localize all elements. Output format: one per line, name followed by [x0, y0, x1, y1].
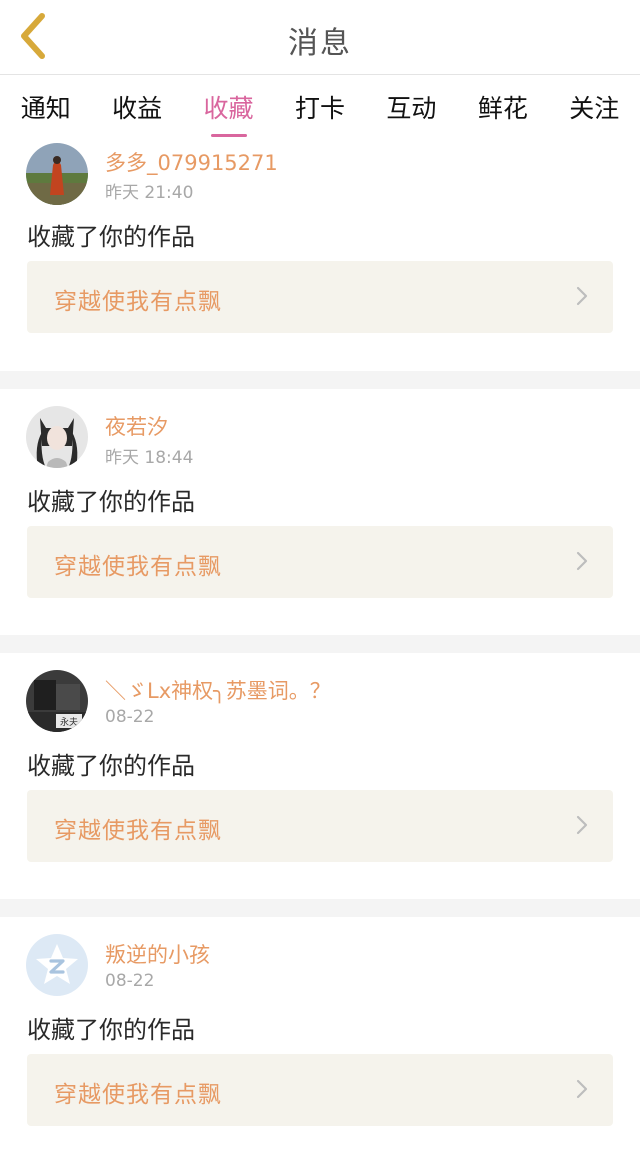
tab-bar: 通知 收益 收藏 打卡 互动 鲜花 关注 [0, 75, 640, 143]
avatar-caption: 永夫 [60, 716, 78, 728]
work-title: 穿越使我有点飘 [54, 554, 222, 580]
work-link[interactable]: 穿越使我有点飘 [27, 790, 613, 862]
user-photo-icon: 永夫 [26, 670, 88, 732]
chevron-right-icon [576, 815, 588, 835]
tab-earnings[interactable]: 收益 [91, 89, 182, 125]
divider [0, 899, 640, 917]
default-avatar-icon [26, 934, 88, 996]
avatar[interactable]: 永夫 [26, 670, 88, 732]
message-item: 多多_079915271 昨天 21:40 收藏了你的作品 穿越使我有点飘 [0, 143, 640, 371]
tab-flowers[interactable]: 鲜花 [457, 89, 548, 125]
message-list: 多多_079915271 昨天 21:40 收藏了你的作品 穿越使我有点飘 夜若… [0, 143, 640, 1160]
user-name[interactable]: 夜若汐 [105, 411, 168, 441]
work-title: 穿越使我有点飘 [54, 818, 222, 844]
tab-interactions[interactable]: 互动 [366, 89, 457, 125]
avatar[interactable] [26, 406, 88, 468]
work-link[interactable]: 穿越使我有点飘 [27, 261, 613, 333]
divider [0, 371, 640, 389]
work-link[interactable]: 穿越使我有点飘 [27, 526, 613, 598]
action-text: 收藏了你的作品 [27, 488, 195, 516]
work-title: 穿越使我有点飘 [54, 1082, 222, 1108]
avatar[interactable] [26, 143, 88, 205]
message-item: 永夫 ＼ゞLx神权╮苏墨词。？ 08-22 收藏了你的作品 穿越使我有点飘 [0, 653, 640, 899]
tab-favorites[interactable]: 收藏 [183, 89, 274, 125]
user-photo-icon [26, 143, 88, 205]
message-time: 昨天 21:40 [105, 183, 194, 203]
work-link[interactable]: 穿越使我有点飘 [27, 1054, 613, 1126]
tab-checkin[interactable]: 打卡 [274, 89, 365, 125]
user-name[interactable]: 叛逆的小孩 [105, 939, 210, 969]
chevron-right-icon [576, 286, 588, 306]
tab-follows[interactable]: 关注 [549, 89, 640, 125]
message-item: 叛逆的小孩 08-22 收藏了你的作品 穿越使我有点飘 [0, 917, 640, 1160]
avatar[interactable] [26, 934, 88, 996]
divider [0, 635, 640, 653]
message-time: 08-22 [105, 971, 155, 991]
page-title: 消息 [288, 26, 352, 61]
user-photo-icon [26, 406, 88, 468]
action-text: 收藏了你的作品 [27, 1016, 195, 1044]
message-time: 08-22 [105, 707, 155, 727]
chevron-right-icon [576, 1079, 588, 1099]
message-time: 昨天 18:44 [105, 448, 194, 468]
message-item: 夜若汐 昨天 18:44 收藏了你的作品 穿越使我有点飘 [0, 389, 640, 635]
work-title: 穿越使我有点飘 [54, 289, 222, 315]
top-bar: 消息 [0, 0, 640, 75]
chevron-right-icon [576, 551, 588, 571]
user-name[interactable]: ＼ゞLx神权╮苏墨词。？ [105, 675, 331, 705]
tab-notifications[interactable]: 通知 [0, 89, 91, 125]
action-text: 收藏了你的作品 [27, 223, 195, 251]
user-name[interactable]: 多多_079915271 [105, 147, 278, 177]
action-text: 收藏了你的作品 [27, 752, 195, 780]
